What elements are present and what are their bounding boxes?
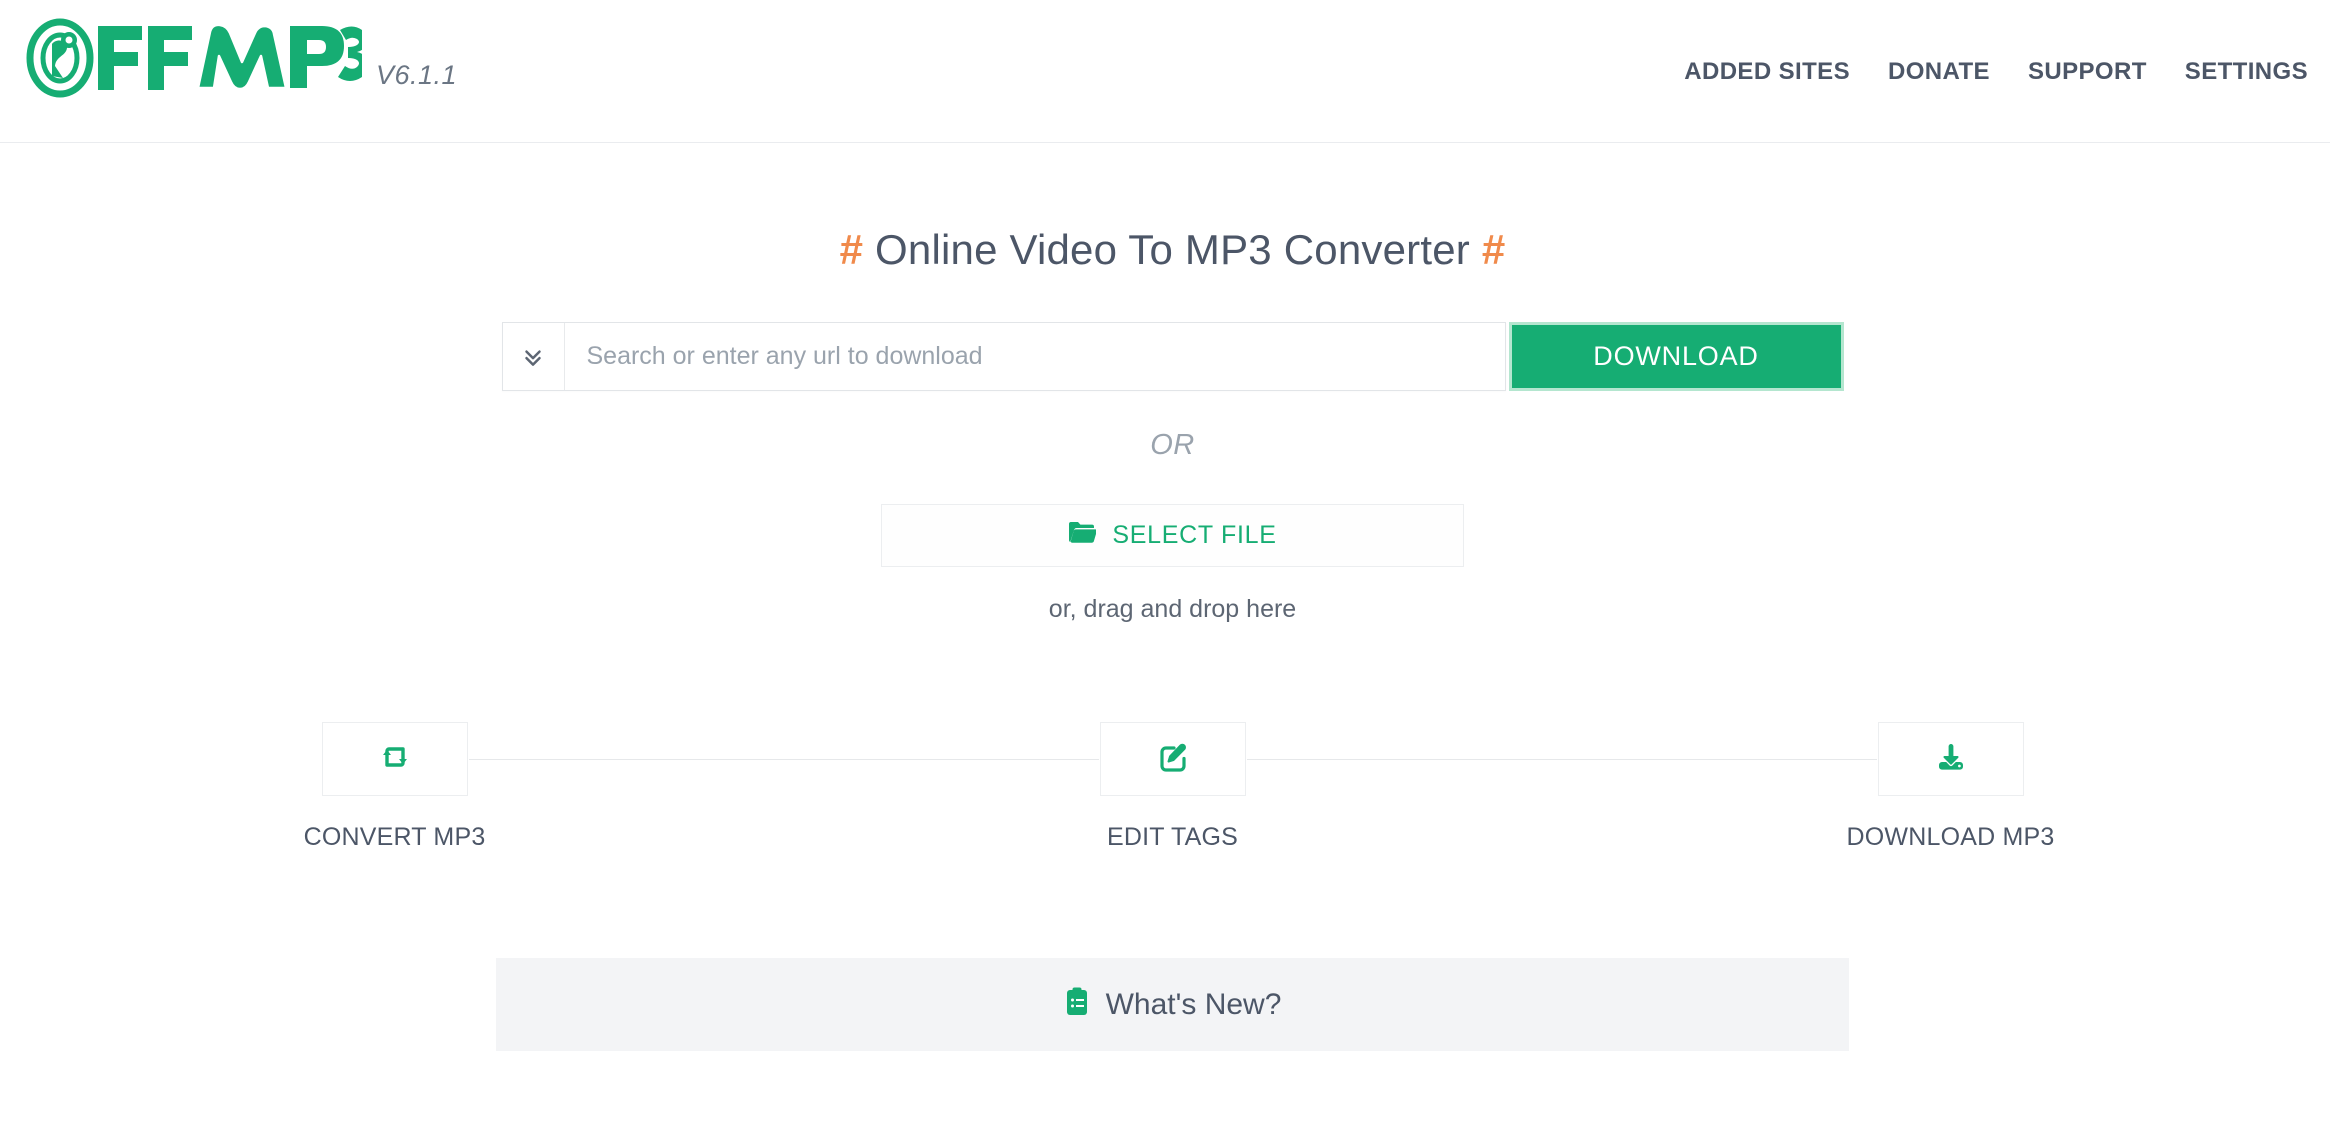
- step-connector-2: [1246, 722, 1877, 796]
- or-separator: OR: [1150, 429, 1195, 461]
- download-button-focus-ring: DOWNLOAD: [1508, 322, 1844, 391]
- step-convert-mp3-label: CONVERT MP3: [303, 823, 486, 851]
- hash-decoration-right: #: [1481, 226, 1506, 273]
- page-title: # Online Video To MP3 Converter #: [0, 143, 2345, 274]
- step-convert-mp3-box[interactable]: [321, 722, 468, 796]
- brand[interactable]: V6.1.1: [22, 18, 457, 103]
- hash-decoration-left: #: [839, 226, 864, 273]
- step-download-mp3-box[interactable]: [1877, 722, 2024, 796]
- nav-support[interactable]: SUPPORT: [2028, 58, 2147, 86]
- step-download-mp3-label: DOWNLOAD MP3: [1846, 823, 2055, 851]
- step-edit-tags-label: EDIT TAGS: [1107, 823, 1238, 851]
- retweet-icon: [378, 742, 412, 777]
- offmp3-logo[interactable]: [22, 18, 369, 103]
- main-navigation: ADDED SITES DONATE SUPPORT SETTINGS: [1684, 0, 2308, 143]
- whats-new-row: What's New?: [0, 958, 2345, 1051]
- download-save-icon: [1935, 742, 1967, 777]
- select-file-row: SELECT FILE: [0, 504, 2345, 567]
- whats-new-label: What's New?: [1105, 987, 1282, 1021]
- step-edit-tags: EDIT TAGS: [1099, 722, 1247, 852]
- step-download-mp3: DOWNLOAD MP3: [1847, 722, 2054, 852]
- nav-donate[interactable]: DONATE: [1888, 58, 1990, 86]
- url-download-row: DOWNLOAD: [0, 322, 2345, 391]
- nav-settings[interactable]: SETTINGS: [2185, 58, 2308, 86]
- process-steps: CONVERT MP3 EDIT TAGS DOWNLOAD MP3: [0, 722, 2345, 852]
- folder-open-icon: [1068, 520, 1098, 551]
- url-field-group: [501, 322, 1506, 391]
- drag-drop-hint: or, drag and drop here: [1048, 595, 1297, 623]
- step-connector-1: [468, 722, 1099, 796]
- download-button[interactable]: DOWNLOAD: [1511, 325, 1841, 388]
- page-title-text: Online Video To MP3 Converter: [875, 226, 1470, 273]
- step-convert-mp3: CONVERT MP3: [304, 722, 485, 852]
- select-file-label: SELECT FILE: [1112, 521, 1277, 549]
- whats-new-panel[interactable]: What's New?: [496, 958, 1849, 1051]
- site-header: V6.1.1 ADDED SITES DONATE SUPPORT SETTIN…: [0, 0, 2330, 143]
- version-label: V6.1.1: [376, 60, 458, 90]
- angle-double-down-icon[interactable]: [503, 323, 565, 390]
- clipboard-list-icon: [1064, 987, 1090, 1022]
- step-edit-tags-box[interactable]: [1099, 722, 1246, 796]
- main-content: # Online Video To MP3 Converter # DOWNLO…: [0, 143, 2345, 1051]
- pen-square-icon: [1157, 741, 1189, 778]
- select-file-button[interactable]: SELECT FILE: [881, 504, 1464, 567]
- search-input[interactable]: [564, 324, 1505, 389]
- nav-added-sites[interactable]: ADDED SITES: [1684, 58, 1850, 86]
